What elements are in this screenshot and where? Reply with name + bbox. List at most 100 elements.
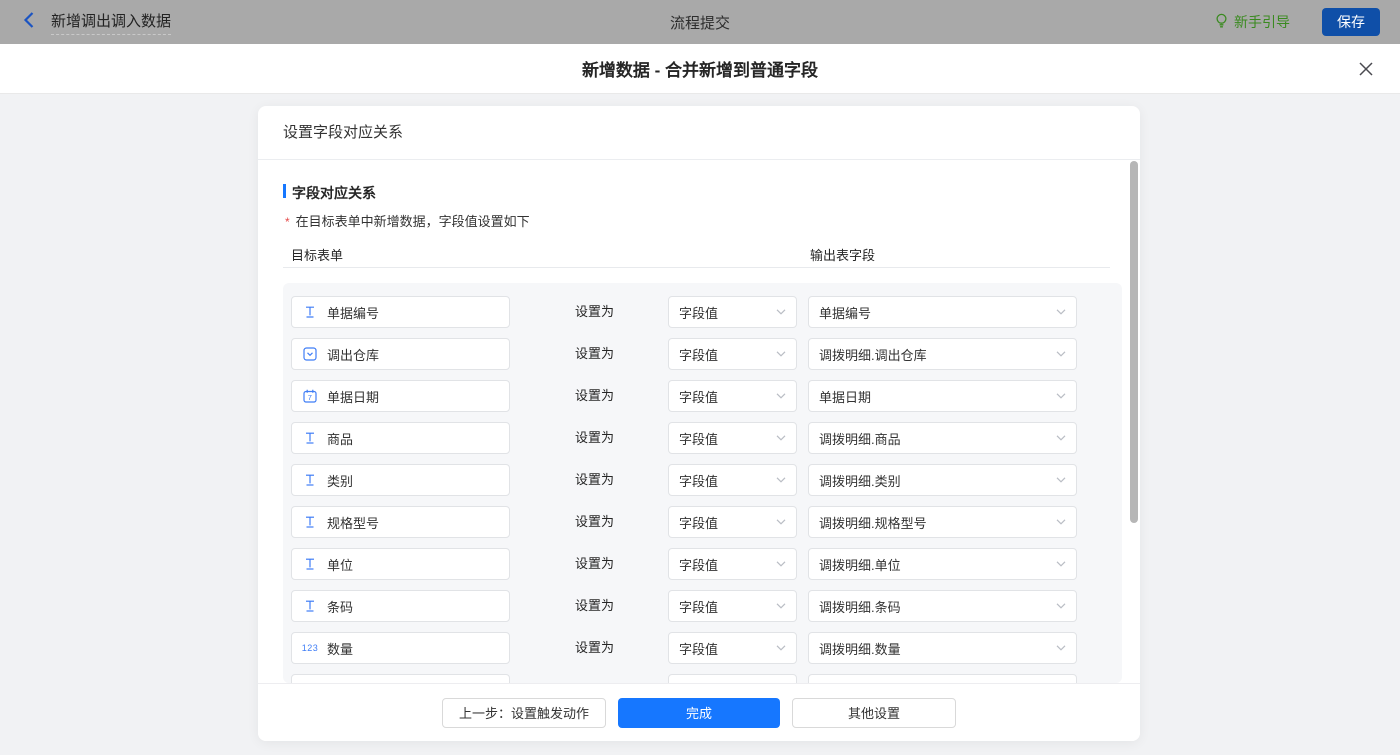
value-type-select[interactable]: 字段值 [668, 548, 797, 580]
chevron-down-icon [1056, 393, 1066, 399]
chevron-down-icon [776, 351, 786, 357]
top-bar: 新增调出调入数据 流程提交 新手引导 保存 [0, 0, 1400, 44]
value-type-value: 字段值 [679, 513, 718, 532]
output-field-select[interactable]: 调拨明细.单位 [808, 548, 1077, 580]
other-settings-button[interactable]: 其他设置 [792, 698, 956, 728]
field-mapping-row [283, 674, 1122, 683]
modal-body: 设置字段对应关系 字段对应关系 *在目标表单中新增数据，字段值设置如下 目标表单… [0, 94, 1400, 755]
value-type-select[interactable]: 字段值 [668, 380, 797, 412]
text-field-icon [302, 431, 318, 445]
target-field-label: 数量 [327, 639, 353, 658]
target-field-label: 单据日期 [327, 387, 379, 406]
value-type-value: 字段值 [679, 555, 718, 574]
chevron-down-icon [776, 435, 786, 441]
target-field-box: 7 单据日期 [291, 380, 510, 412]
chevron-down-icon [776, 561, 786, 567]
target-field-label: 单位 [327, 555, 353, 574]
target-field-box: 条码 [291, 590, 510, 622]
value-type-value: 字段值 [679, 387, 718, 406]
value-type-value: 字段值 [679, 471, 718, 490]
value-type-select[interactable]: 字段值 [668, 296, 797, 328]
output-field-value: 调拨明细.规格型号 [819, 513, 927, 532]
value-type-value: 字段值 [679, 345, 718, 364]
date-field-icon: 7 [302, 389, 318, 403]
chevron-down-icon [1056, 351, 1066, 357]
value-type-value: 字段值 [679, 639, 718, 658]
column-header-divider [283, 267, 1110, 268]
required-mark: * [285, 215, 290, 229]
chevron-down-icon [1056, 309, 1066, 315]
output-field-select[interactable]: 调拨明细.规格型号 [808, 506, 1077, 538]
card-header-title: 设置字段对应关系 [258, 106, 1140, 160]
value-type-select[interactable]: 字段值 [668, 632, 797, 664]
output-field-value: 调拨明细.商品 [819, 429, 901, 448]
previous-step-button[interactable]: 上一步：设置触发动作 [442, 698, 606, 728]
chevron-down-icon [776, 393, 786, 399]
field-mapping-row: 单位 设置为 字段值 调拨明细.单位 [283, 548, 1122, 580]
target-field-label: 规格型号 [327, 513, 379, 532]
target-field-label: 调出仓库 [327, 345, 379, 364]
chevron-down-icon [1056, 561, 1066, 567]
target-field-label: 类别 [327, 471, 353, 490]
save-button[interactable]: 保存 [1322, 8, 1380, 36]
output-field-value: 调拨明细.调出仓库 [819, 345, 927, 364]
text-field-icon [302, 599, 318, 613]
chevron-down-icon [776, 519, 786, 525]
output-field-value: 调拨明细.数量 [819, 639, 901, 658]
chevron-down-icon [776, 645, 786, 651]
section-title: 字段对应关系 [283, 183, 376, 203]
text-field-icon [302, 305, 318, 319]
chevron-down-icon [1056, 477, 1066, 483]
output-field-select[interactable]: 单据编号 [808, 296, 1077, 328]
target-field-box: 规格型号 [291, 506, 510, 538]
chevron-down-icon [776, 477, 786, 483]
field-mapping-row: 调出仓库 设置为 字段值 调拨明细.调出仓库 [283, 338, 1122, 370]
back-button[interactable] [22, 11, 35, 34]
value-type-value: 字段值 [679, 303, 718, 322]
value-type-select[interactable] [668, 674, 797, 683]
beginner-guide-label: 新手引导 [1234, 12, 1290, 32]
text-field-icon [302, 557, 318, 571]
value-type-select[interactable]: 字段值 [668, 338, 797, 370]
set-as-label: 设置为 [575, 590, 614, 622]
set-as-label: 设置为 [575, 338, 614, 370]
field-mapping-list: 单据编号设置为字段值单据编号调出仓库设置为字段值调拨明细.调出仓库7单据日期设置… [283, 283, 1122, 683]
target-field-box: 单据编号 [291, 296, 510, 328]
chevron-down-icon [1056, 435, 1066, 441]
output-field-select[interactable]: 调拨明细.商品 [808, 422, 1077, 454]
modal-title-bar: 新增数据 - 合并新增到普通字段 [0, 44, 1400, 94]
value-type-select[interactable]: 字段值 [668, 464, 797, 496]
target-field-box: 单位 [291, 548, 510, 580]
target-field-box: 类别 [291, 464, 510, 496]
output-field-select[interactable]: 调拨明细.调出仓库 [808, 338, 1077, 370]
number-field-icon: 123 [302, 643, 318, 653]
vertical-scrollbar[interactable] [1130, 161, 1138, 523]
close-icon[interactable] [1358, 61, 1374, 77]
modal-title: 新增数据 - 合并新增到普通字段 [582, 56, 818, 81]
beginner-guide-button[interactable]: 新手引导 [1215, 12, 1290, 32]
finish-button[interactable]: 完成 [618, 698, 780, 728]
card-footer: 上一步：设置触发动作 完成 其他设置 [258, 683, 1140, 741]
value-type-select[interactable]: 字段值 [668, 590, 797, 622]
column-header-target-form: 目标表单 [291, 245, 343, 264]
field-mapping-row: 123数量设置为字段值调拨明细.数量 [283, 632, 1122, 664]
output-field-select[interactable]: 调拨明细.类别 [808, 464, 1077, 496]
output-field-select[interactable]: 调拨明细.条码 [808, 590, 1077, 622]
chevron-down-icon [776, 309, 786, 315]
set-as-label: 设置为 [575, 548, 614, 580]
text-field-icon [302, 473, 318, 487]
output-field-select[interactable] [808, 674, 1077, 683]
target-field-label: 条码 [327, 597, 353, 616]
output-field-select[interactable]: 调拨明细.数量 [808, 632, 1077, 664]
flow-mode-title: 流程提交 [0, 12, 1400, 33]
value-type-select[interactable]: 字段值 [668, 506, 797, 538]
chevron-down-icon [1056, 603, 1066, 609]
field-mapping-row: 商品设置为字段值调拨明细.商品 [283, 422, 1122, 454]
value-type-select[interactable]: 字段值 [668, 422, 797, 454]
field-mapping-card: 设置字段对应关系 字段对应关系 *在目标表单中新增数据，字段值设置如下 目标表单… [258, 106, 1140, 741]
lightbulb-icon [1215, 13, 1228, 32]
output-field-select[interactable]: 单据日期 [808, 380, 1077, 412]
set-as-label: 设置为 [575, 380, 614, 412]
text-field-icon [302, 515, 318, 529]
workflow-name[interactable]: 新增调出调入数据 [51, 10, 171, 35]
